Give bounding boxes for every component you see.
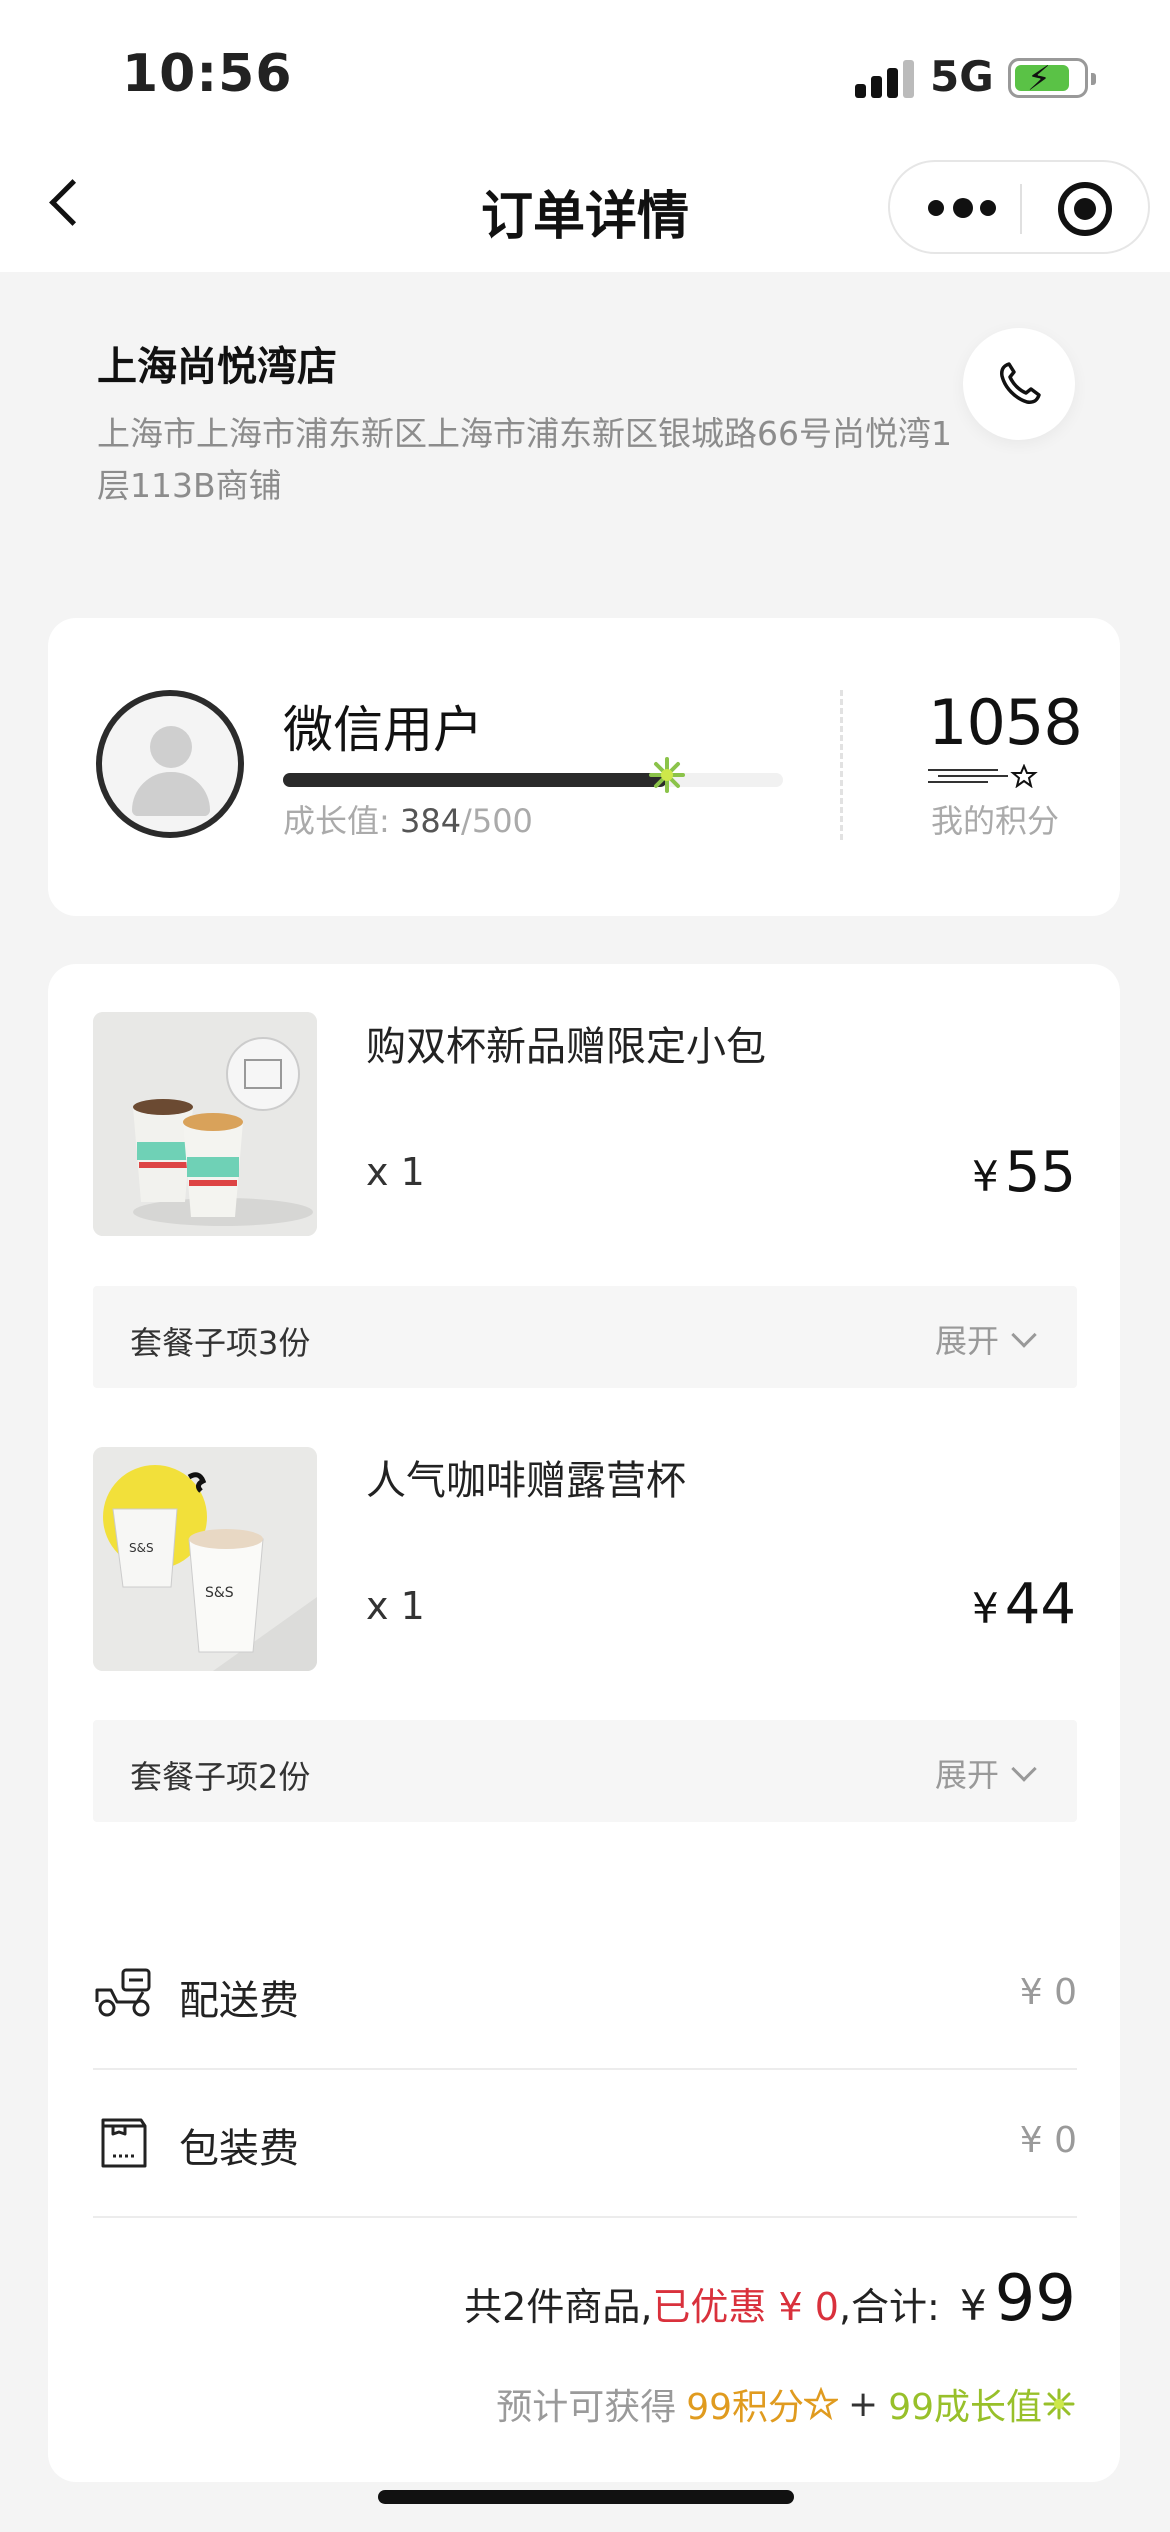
currency-symbol: ¥ [959, 2281, 987, 2330]
expand-label: 展开 [934, 1756, 999, 1794]
delivery-fee-row: 配送费 ¥ 0 [93, 1922, 1077, 2068]
item-count-text: 共2件商品, [464, 2285, 653, 2329]
combo-subitems-label: 套餐子项3份 [130, 1324, 311, 1362]
user-name: 微信用户 [283, 701, 483, 759]
points-star-icon [928, 764, 1038, 788]
close-mini-program-icon[interactable] [1058, 182, 1112, 236]
svg-text:S&S: S&S [205, 1585, 234, 1601]
points-label: 我的积分 [931, 802, 1060, 840]
call-store-button[interactable] [963, 328, 1075, 440]
points-value: 1058 [928, 686, 1083, 759]
chevron-down-icon [1011, 1322, 1037, 1348]
currency-symbol: ¥ [972, 1584, 999, 1633]
network-type: 5G [930, 52, 994, 101]
product-quantity: x 1 [366, 1584, 425, 1628]
product-name: 购双杯新品赠限定小包 [366, 1024, 766, 1070]
order-total: 99 [994, 2262, 1076, 2336]
store-address: 上海市上海市浦东新区上海市浦东新区银城路66号尚悦湾1层113B商铺 [97, 414, 952, 505]
product-name: 人气咖啡赠露营杯 [366, 1458, 686, 1504]
growth-max: /500 [461, 802, 533, 840]
product-quantity: x 1 [366, 1150, 425, 1194]
reward-estimate: 预计可获得 99积分 + 99成长值 [496, 2378, 1076, 2430]
expand-label: 展开 [934, 1322, 999, 1360]
price-value: 44 [1004, 1572, 1076, 1637]
fee-amount: ¥ 0 [1019, 2120, 1077, 2161]
top-bar: 10:56 5G ⚡ 订单详情 [0, 0, 1170, 272]
fee-amount: ¥ 0 [1019, 1972, 1077, 2013]
mini-program-capsule [888, 160, 1150, 254]
growth-progress-fill [283, 773, 667, 787]
package-bag-icon [101, 2118, 147, 2168]
chevron-down-icon [1011, 1756, 1037, 1782]
total-label: ,合计: [838, 2285, 940, 2329]
reward-points: 99积分 [686, 2387, 805, 2428]
expand-button[interactable]: 展开 [934, 1750, 1037, 1796]
discount-text: 已优惠 ¥ 0 [652, 2285, 839, 2329]
reward-prefix: 预计可获得 [496, 2387, 677, 2428]
signal-icon [855, 60, 915, 98]
expand-button[interactable]: 展开 [934, 1316, 1037, 1362]
product-price: ¥44 [972, 1572, 1076, 1637]
combo-subitems-label: 套餐子项2份 [130, 1758, 311, 1796]
reward-plus: + [848, 2383, 879, 2425]
growth-star-icon [649, 757, 685, 793]
member-divider [840, 690, 843, 840]
product-image: S&S S&S [93, 1447, 317, 1671]
combo-subitems-row[interactable]: 套餐子项3份 展开 [93, 1286, 1077, 1388]
order-summary: 共2件商品, 已优惠 ¥ 0 ,合计: ¥ 99 [464, 2262, 1076, 2336]
reward-growth: 99成长值 [888, 2387, 1042, 2428]
growth-progress-bar [283, 757, 783, 793]
growth-label: 成长值: [283, 802, 390, 840]
growth-text: 成长值: 384/500 [283, 796, 533, 842]
battery-icon: ⚡ [1008, 58, 1096, 99]
combo-subitems-row[interactable]: 套餐子项2份 展开 [93, 1720, 1077, 1822]
delivery-scooter-icon [95, 1968, 151, 2017]
currency-symbol: ¥ [972, 1152, 999, 1201]
growth-value: 384 [399, 802, 462, 840]
price-value: 55 [1004, 1140, 1076, 1205]
phone-icon [1000, 362, 1041, 404]
divider [93, 2216, 1077, 2218]
status-time: 10:56 [122, 44, 293, 104]
fee-label: 包装费 [179, 2126, 299, 2172]
packaging-fee-row: 包装费 ¥ 0 [93, 2070, 1077, 2216]
store-name: 上海尚悦湾店 [97, 344, 337, 390]
avatar [96, 690, 244, 838]
growth-star-icon [1043, 2388, 1075, 2420]
capsule-divider [1020, 184, 1022, 234]
member-card[interactable]: 微信用户 成长值: 384/500 1058 我的积分 [48, 618, 1120, 916]
svg-text:S&S: S&S [129, 1541, 154, 1555]
points-star-icon [804, 2387, 839, 2421]
more-icon[interactable] [928, 192, 1000, 224]
product-price: ¥55 [972, 1140, 1076, 1205]
product-image [93, 1012, 317, 1236]
fee-label: 配送费 [179, 1978, 299, 2024]
order-card: 购双杯新品赠限定小包 x 1 ¥55 套餐子项3份 展开 S&S S&S 人气咖… [48, 964, 1120, 2482]
home-indicator [378, 2490, 794, 2504]
